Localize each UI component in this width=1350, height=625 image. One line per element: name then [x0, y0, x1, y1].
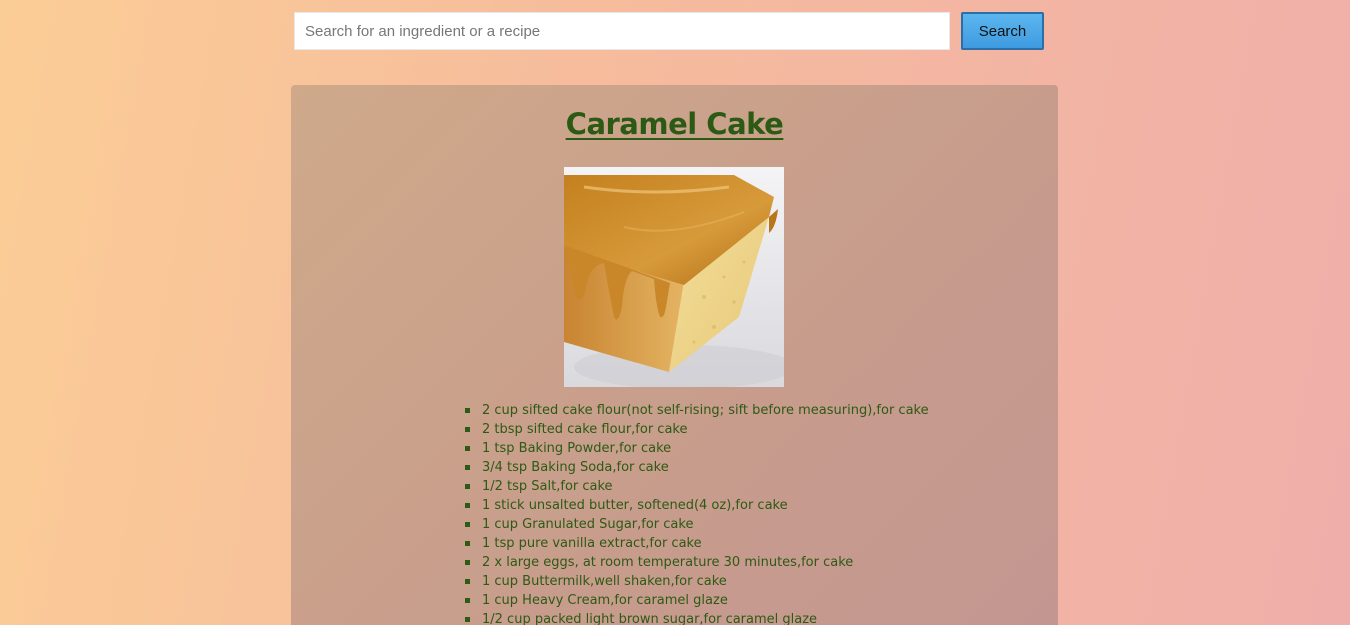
- ingredient-item: 1 cup Heavy Cream,for caramel glaze: [464, 591, 1024, 610]
- ingredient-item: 2 cup sifted cake flour(not self-rising;…: [464, 401, 1024, 420]
- recipe-title-link[interactable]: Caramel Cake: [291, 107, 1058, 141]
- ingredient-item: 1 cup Buttermilk,well shaken,for cake: [464, 572, 1024, 591]
- ingredient-item: 3/4 tsp Baking Soda,for cake: [464, 458, 1024, 477]
- search-bar: Search: [294, 12, 1044, 50]
- ingredient-item: 1 cup Granulated Sugar,for cake: [464, 515, 1024, 534]
- ingredient-item: 1 tsp Baking Powder,for cake: [464, 439, 1024, 458]
- search-button[interactable]: Search: [961, 12, 1044, 50]
- recipe-card: Caramel Cake 2 cup sifted cake flour(not…: [291, 85, 1058, 625]
- ingredient-item: 2 tbsp sifted cake flour,for cake: [464, 420, 1024, 439]
- ingredient-list: 2 cup sifted cake flour(not self-rising;…: [464, 401, 1024, 625]
- ingredient-item: 1/2 tsp Salt,for cake: [464, 477, 1024, 496]
- recipe-image: [564, 167, 784, 387]
- ingredient-item: 1 stick unsalted butter, softened(4 oz),…: [464, 496, 1024, 515]
- ingredient-item: 2 x large eggs, at room temperature 30 m…: [464, 553, 1024, 572]
- ingredient-item: 1 tsp pure vanilla extract,for cake: [464, 534, 1024, 553]
- ingredient-item: 1/2 cup packed light brown sugar,for car…: [464, 610, 1024, 625]
- search-input[interactable]: [294, 12, 950, 50]
